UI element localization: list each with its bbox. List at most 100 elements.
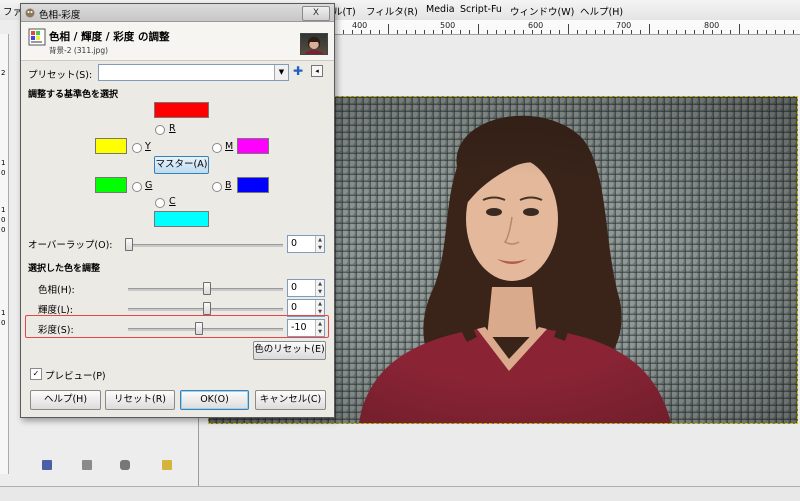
ruler-label: 0 (1, 319, 6, 327)
ruler-tick (739, 24, 740, 34)
ruler-label: 2 (1, 69, 6, 77)
ruler-tick (640, 30, 641, 34)
folder-icon[interactable] (162, 460, 172, 470)
hue-value: 0 (291, 282, 298, 293)
saturation-slider-track[interactable] (128, 328, 283, 331)
ruler-tick (451, 30, 452, 34)
ruler-tick (685, 30, 686, 34)
lightness-value: 0 (291, 302, 298, 313)
radio-cyan[interactable] (155, 198, 165, 208)
hue-saturation-dialog: 色相-彩度 X 色相 / 輝度 / 彩度 の調整 背景-2 (311.jpg) … (20, 3, 335, 418)
ruler-label: 500 (440, 21, 456, 30)
menu-filters[interactable]: フィルタ(R) (366, 4, 418, 18)
preset-combobox[interactable]: ▼ (98, 64, 289, 81)
lightness-slider-thumb[interactable] (202, 302, 211, 315)
ruler-label: 700 (616, 21, 632, 30)
radio-yellow-label: Y (145, 141, 151, 152)
spin-arrows-icon[interactable]: ▲ ▼ (315, 320, 324, 336)
help-button[interactable]: ヘルプ(H) (30, 390, 101, 410)
cancel-button[interactable]: キャンセル(C) (255, 390, 326, 410)
radio-red[interactable] (155, 125, 165, 135)
radio-yellow[interactable] (132, 143, 142, 153)
chevron-down-icon[interactable]: ▼ (274, 65, 288, 80)
ruler-tick (766, 30, 767, 34)
preview-checkbox[interactable]: ✓ (30, 368, 42, 380)
ruler-tick (388, 24, 389, 34)
save-icon[interactable] (42, 460, 52, 470)
overlap-label: オーバーラップ(O): (28, 240, 113, 251)
preset-label: プリセット(S): (28, 70, 93, 81)
ruler-tick (505, 30, 506, 34)
reset-color-button[interactable]: 色のリセット(E) (253, 341, 326, 360)
ruler-tick (577, 30, 578, 34)
ruler-tick (703, 30, 704, 34)
dialog-header: 色相 / 輝度 / 彩度 の調整 背景-2 (311.jpg) (21, 22, 334, 61)
ruler-tick (586, 30, 587, 34)
radio-blue[interactable] (212, 182, 222, 192)
image-thumbnail (300, 33, 328, 55)
spin-arrows-icon[interactable]: ▲ ▼ (315, 280, 324, 296)
ruler-tick (460, 30, 461, 34)
ruler-tick (568, 24, 569, 34)
ruler-tick (514, 30, 515, 34)
menu-tools[interactable]: ル(T) (333, 4, 356, 18)
ruler-tick (730, 30, 731, 34)
radio-blue-label: B (225, 180, 232, 191)
radio-green[interactable] (132, 182, 142, 192)
ruler-tick (469, 30, 470, 34)
layer-name: 背景-2 (311.jpg) (49, 46, 109, 55)
master-button[interactable]: マスター(A) (154, 156, 209, 174)
ruler-tick (775, 30, 776, 34)
ruler-tick (379, 30, 380, 34)
duplicate-icon[interactable] (82, 460, 92, 470)
lightness-label: 輝度(L): (38, 305, 73, 316)
reset-button[interactable]: リセット(R) (105, 390, 175, 410)
spin-arrows-icon[interactable]: ▲ ▼ (315, 300, 324, 316)
ruler-tick (397, 30, 398, 34)
ruler-label: 1 (1, 309, 6, 317)
ok-button[interactable]: OK(O) (180, 390, 249, 410)
ruler-label: 600 (528, 21, 544, 30)
hue-spinbox[interactable]: 0 ▲ ▼ (287, 279, 325, 297)
saturation-slider-thumb[interactable] (194, 322, 203, 335)
ruler-tick (658, 30, 659, 34)
menu-help[interactable]: ヘルプ(H) (580, 4, 623, 18)
close-button[interactable]: X (302, 6, 330, 21)
ruler-label: 400 (352, 21, 368, 30)
menu-script-fu[interactable]: Script-Fu (460, 4, 502, 15)
menu-media[interactable]: Media (426, 4, 455, 15)
ruler-tick (352, 30, 353, 34)
ruler-tick (496, 30, 497, 34)
ruler-tick (793, 30, 794, 34)
radio-magenta[interactable] (212, 143, 222, 153)
saturation-value: -10 (291, 322, 307, 333)
trash-icon[interactable] (120, 460, 130, 470)
dialog-titlebar[interactable]: 色相-彩度 X (21, 4, 334, 22)
saturation-spinbox[interactable]: -10 ▲ ▼ (287, 319, 325, 337)
ruler-label: 800 (704, 21, 720, 30)
hue-label: 色相(H): (38, 285, 75, 296)
ruler-label: 1 (1, 206, 6, 214)
preview-label: プレビュー(P) (45, 371, 106, 382)
dialog-heading: 色相 / 輝度 / 彩度 の調整 (49, 31, 170, 43)
spin-arrows-icon[interactable]: ▲ ▼ (315, 236, 324, 252)
overlap-slider-thumb[interactable] (125, 238, 133, 251)
overlap-slider-track[interactable] (128, 244, 283, 247)
overlap-spinbox[interactable]: 0 ▲ ▼ (287, 235, 325, 253)
dialog-title: 色相-彩度 (39, 10, 81, 21)
saturation-label: 彩度(S): (38, 325, 74, 336)
ruler-tick (784, 30, 785, 34)
swatch-yellow (95, 138, 127, 154)
ruler-tick (370, 30, 371, 34)
ruler-tick (487, 30, 488, 34)
radio-red-label: R (169, 123, 176, 134)
preset-menu-icon[interactable]: ◂ (311, 65, 323, 77)
ruler-tick (604, 30, 605, 34)
status-bar (0, 486, 800, 501)
menu-windows[interactable]: ウィンドウ(W) (510, 4, 574, 18)
ruler-label: 0 (1, 226, 6, 234)
ruler-tick (532, 30, 533, 34)
ruler-tick (559, 30, 560, 34)
hue-slider-thumb[interactable] (202, 282, 211, 295)
add-preset-icon[interactable]: ✚ (293, 65, 303, 77)
